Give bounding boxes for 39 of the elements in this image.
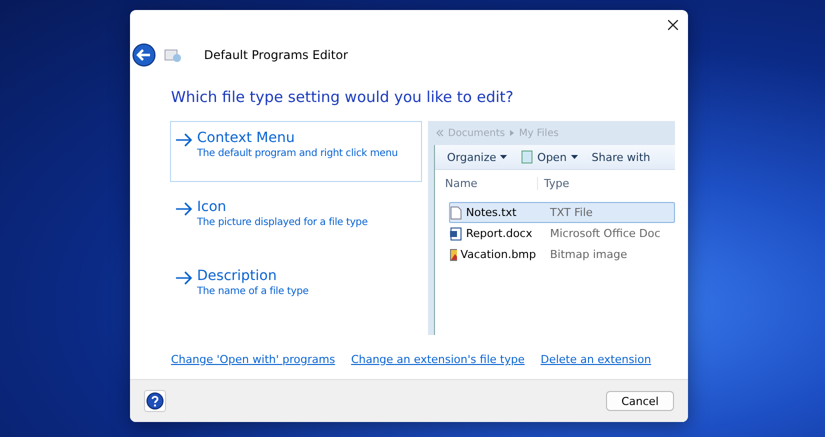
program-icon (164, 47, 182, 63)
notepad-icon (521, 150, 534, 164)
arrow-icon (175, 271, 193, 285)
toolbar-button[interactable]: Open (521, 150, 578, 164)
help-icon (146, 392, 164, 410)
dropdown-caret-icon (500, 155, 508, 159)
arrow-icon (175, 133, 193, 147)
heading: Which file type setting would you like to edit? (171, 88, 514, 106)
window-title: Default Programs Editor (204, 48, 348, 62)
option-link[interactable]: Description The name of a file type (170, 259, 422, 320)
file-row[interactable]: Vacation.bmp Bitmap image (449, 244, 675, 265)
image-file-icon (450, 248, 457, 262)
option-link[interactable]: Context Menu The default program and right click menu (170, 121, 422, 182)
file-type: Bitmap image (549, 248, 628, 261)
close-icon (668, 20, 678, 30)
word-document-icon (450, 226, 462, 240)
link[interactable]: Delete an extension (540, 353, 652, 366)
toolbar-button[interactable]: Share with (592, 150, 650, 164)
link[interactable]: Change 'Open with' programs (171, 353, 336, 366)
file-name: Vacation.bmp (460, 248, 536, 261)
file-row[interactable]: Report.docx Microsoft Office Doc (449, 223, 675, 244)
option-link[interactable]: Icon The picture displayed for a file type (170, 190, 422, 251)
toolbar-button[interactable]: Organize (447, 150, 508, 164)
dropdown-caret-icon (570, 155, 578, 159)
link[interactable]: Change an extension's file type (351, 353, 525, 366)
file-name: Report.docx (466, 227, 532, 240)
file-name: Notes.txt (466, 206, 516, 219)
document-icon (450, 206, 462, 220)
column-header[interactable]: Type (537, 176, 570, 190)
cancel-button[interactable]: Cancel (606, 391, 674, 411)
file-type: Microsoft Office Doc (549, 227, 660, 240)
help-button[interactable] (144, 390, 166, 412)
arrow-icon (175, 202, 193, 216)
file-type: TXT File (549, 206, 593, 219)
column-header[interactable]: Name (435, 176, 537, 190)
chevron-icon (509, 129, 516, 137)
back-button[interactable] (132, 43, 156, 67)
file-row[interactable]: Notes.txt TXT File (449, 202, 675, 223)
double-chevron-icon (436, 129, 444, 137)
